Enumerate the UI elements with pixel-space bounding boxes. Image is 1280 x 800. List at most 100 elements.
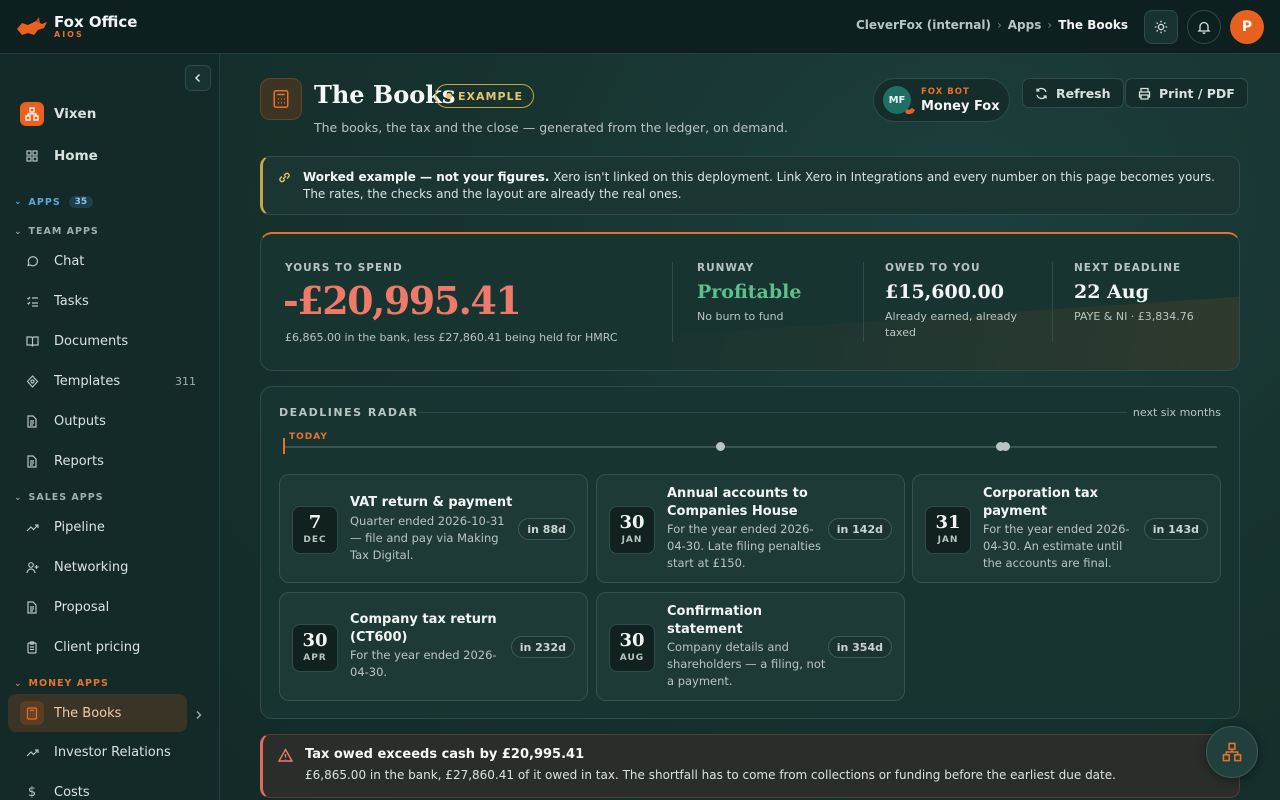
chat-icon [20,249,44,273]
owed-label: OWED TO YOU [885,262,981,274]
deadline-title: Corporation tax payment [983,486,1099,519]
money-summary-card: YOURS TO SPEND -£20,995.41 £6,865.00 in … [260,232,1240,371]
sidebar-item-vixen[interactable]: Vixen [8,95,204,133]
sidebar-item-chat[interactable]: Chat [8,242,204,280]
radar-rule [419,412,1127,413]
theme-toggle-button[interactable] [1144,10,1178,44]
deadline-title: Confirmation statement [667,604,762,637]
sales-apps-section-toggle[interactable]: ⌄ SALES APPS [14,492,104,503]
collapse-sidebar-button[interactable] [185,65,211,91]
date-box: 30 APR [292,624,338,672]
sidebar-item-home[interactable]: Home [8,137,204,175]
deadline-day: 30 [302,630,328,651]
bot-kicker: FOX BOT [921,87,970,97]
breadcrumb-separator: › [996,18,1002,32]
money-apps-section-toggle[interactable]: ⌄ MONEY APPS [14,678,109,689]
deadline-day: 30 [619,630,645,651]
sidebar-item-label: Reports [54,453,104,469]
refresh-button[interactable]: Refresh [1022,78,1124,108]
deadline-due-pill: in 354d [827,636,892,658]
chevron-down-icon: ⌄ [14,492,23,503]
deadline-day: 7 [308,512,322,533]
template-icon [20,369,44,393]
timeline-marker[interactable] [1001,442,1010,451]
deadline-card[interactable]: 30 APR Company tax return (CT600) For th… [279,592,588,701]
brand-sub: AIOS [54,29,84,39]
doc-icon [20,449,44,473]
timeline-track [283,446,1217,448]
sidebar-item-the-books[interactable]: The Books [8,694,187,732]
date-box: 7 DEC [292,506,338,554]
section-label: MONEY APPS [28,678,109,689]
sidebar-item-tasks[interactable]: Tasks [8,282,204,320]
sidebar-item-label: Documents [54,333,129,349]
sidebar-item-documents[interactable]: Documents [8,322,204,360]
deadlines-radar: DEADLINES RADAR next six months TODAY 7 … [260,386,1240,719]
deadline-due-pill: in 88d [518,518,575,540]
spend-value: -£20,995.41 [283,278,522,323]
sidebar-item-label: The Books [54,705,122,721]
dollar-icon: $ [27,784,37,800]
sidebar-item-proposal[interactable]: Proposal [8,588,204,626]
deadline-card[interactable]: 7 DEC VAT return & payment Quarter ended… [279,474,588,583]
fox-logo-icon [17,16,47,35]
timeline-marker[interactable] [716,442,725,451]
chevron-down-icon: ⌄ [14,197,23,207]
chevron-down-icon: ⌄ [14,678,23,689]
sidebar-item-label: Networking [54,559,129,575]
sidebar-item-label: Vixen [54,106,97,122]
sidebar-item-outputs[interactable]: Outputs [8,402,204,440]
sidebar-item-networking[interactable]: Networking [8,548,204,586]
top-bar: Fox Office AIOS CleverFox (internal) › A… [0,0,1280,54]
runway-label: RUNWAY [697,262,755,274]
sidebar-item-label: Costs [54,784,90,800]
printer-icon [1138,87,1151,100]
sidebar-item-label: Home [54,148,98,164]
breadcrumb-current: The Books [1058,18,1128,32]
link-icon [279,172,290,183]
user-avatar[interactable]: P [1230,10,1264,44]
deadline-card[interactable]: 30 AUG Confirmation statement Company de… [596,592,905,701]
deadline-value: 22 Aug [1074,281,1149,303]
breadcrumb-apps[interactable]: Apps [1008,18,1042,32]
deadline-desc: For the year ended 2026-04-30. [350,648,497,679]
deadline-desc: Quarter ended 2026-10-31 — file and pay … [350,514,505,562]
chevron-down-icon: ⌄ [14,226,23,237]
main-content: The Books EXAMPLE The books, the tax and… [220,54,1280,800]
badge-label: EXAMPLE [458,89,524,103]
divider [672,262,673,342]
alert-body: £6,865.00 in the bank, £27,860.41 of it … [305,768,1116,782]
sidebar-item-pipeline[interactable]: Pipeline [8,508,204,546]
team-apps-section-toggle[interactable]: ⌄ TEAM APPS [14,226,99,237]
sidebar-item-templates[interactable]: Templates 311 [8,362,204,400]
sidebar-item-costs[interactable]: $ Costs [8,773,204,800]
deadline-desc: For the year ended 2026-04-30. Late fili… [667,522,821,570]
org-icon [20,102,44,126]
deadline-card[interactable]: 31 JAN Corporation tax payment For the y… [912,474,1221,583]
deadline-month: JAN [621,535,643,545]
breadcrumb-org[interactable]: CleverFox (internal) [856,18,991,32]
fox-bot-chip[interactable]: MF FOX BOT Money Fox [873,78,1010,122]
example-notice: Worked example — not your figures. Xero … [260,156,1240,215]
deadline-card[interactable]: 30 JAN Annual accounts to Companies Hous… [596,474,905,583]
sidebar-item-label: Investor Relations [54,744,171,760]
apps-section-toggle[interactable]: ⌄ APPS 35 [14,196,94,208]
example-badge: EXAMPLE [435,84,535,108]
radar-range: next six months [1132,406,1221,419]
deadline-label: NEXT DEADLINE [1074,262,1182,274]
sidebar-item-label: Tasks [54,293,89,309]
owed-note: Already earned, already taxed [885,310,1017,339]
notifications-button[interactable] [1187,10,1221,44]
sidebar-item-investor-relations[interactable]: Investor Relations [8,733,204,771]
chevron-right-icon[interactable] [195,705,203,724]
date-box: 31 JAN [925,506,971,554]
refresh-icon [1036,87,1047,99]
print-pdf-button[interactable]: Print / PDF [1125,78,1248,108]
deadline-month: JAN [937,535,959,545]
sidebar-item-client-pricing[interactable]: Client pricing [8,628,204,666]
fox-badge-icon [905,108,915,114]
sidebar-item-reports[interactable]: Reports [8,442,204,480]
org-chart-fab-button[interactable] [1206,726,1258,778]
org-icon [1222,742,1242,762]
brand[interactable]: Fox Office AIOS [16,14,137,40]
